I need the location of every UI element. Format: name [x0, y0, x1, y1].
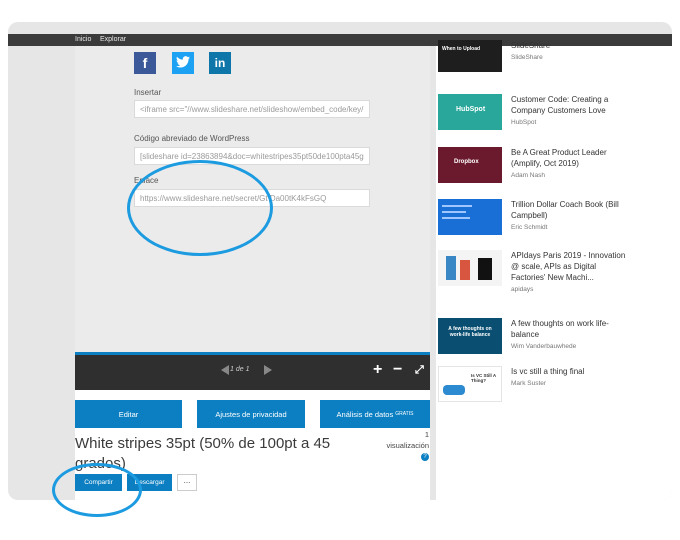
- related-author: HubSpot: [511, 119, 537, 126]
- related-item-text: Be A Great Product Leader (Amplify, Oct …: [511, 147, 627, 181]
- previous-slide-icon[interactable]: [221, 365, 229, 375]
- related-item-text: A few thoughts on work life-balance Wim …: [511, 318, 627, 352]
- help-icon[interactable]: ?: [421, 453, 429, 461]
- related-title: Trillion Dollar Coach Book (Bill Campbel…: [511, 200, 619, 220]
- related-item-text: Trillion Dollar Coach Book (Bill Campbel…: [511, 199, 627, 233]
- related-author: Adam Nash: [511, 172, 545, 179]
- twitter-share-button[interactable]: [172, 52, 194, 74]
- more-options-button[interactable]: ...: [177, 474, 197, 491]
- related-thumbnail: HubSpot: [438, 94, 502, 130]
- related-thumbnail: Dropbox: [438, 147, 502, 183]
- related-title: Be A Great Product Leader (Amplify, Oct …: [511, 148, 607, 168]
- related-author: Wim Vanderbauwhede: [511, 343, 577, 350]
- related-author: apidays: [511, 286, 534, 293]
- browser-frame: Inicio Explorar f in Insertar <iframe sr…: [8, 22, 672, 500]
- annotation-circle-enlace: [127, 160, 273, 256]
- page-indicator: 1 de 1: [230, 366, 250, 373]
- related-title: Is vc still a thing final: [511, 367, 585, 376]
- thumb-text: Dropbox: [454, 159, 479, 165]
- related-item-text: Customer Code: Creating a Company Custom…: [511, 94, 627, 128]
- related-title: Customer Code: Creating a Company Custom…: [511, 95, 609, 115]
- related-author: Eric Schmidt: [511, 224, 548, 231]
- related-title: APIdays Paris 2019 - Innovation @ scale,…: [511, 251, 626, 282]
- related-item-text: APIdays Paris 2019 - Innovation @ scale,…: [511, 250, 627, 295]
- gratis-badge: GRATIS: [395, 411, 414, 417]
- linkedin-share-button[interactable]: in: [209, 52, 231, 74]
- privacidad-button[interactable]: Ajustes de privacidad: [197, 400, 305, 428]
- related-author: Mark Suster: [511, 380, 547, 387]
- fullscreen-icon[interactable]: ⤢: [415, 364, 424, 377]
- thumb-text: When to Upload: [442, 46, 481, 52]
- thumb-text: Is VC Still A Thing?: [471, 373, 496, 383]
- player-toolbar: 1 de 1 + − ⤢: [75, 352, 430, 390]
- views-count: 1: [424, 430, 429, 439]
- wordpress-field[interactable]: [slideshare id=23863894&doc=whitestripes…: [134, 147, 370, 165]
- next-slide-icon[interactable]: [264, 365, 272, 375]
- related-title: A few thoughts on work life-balance: [511, 319, 609, 339]
- facebook-icon: f: [142, 55, 148, 71]
- related-sidebar: When to Upload SlideShare SlideShare Hub…: [436, 40, 672, 500]
- analisis-label: Análisis de datos: [336, 409, 394, 419]
- related-thumbnail: [438, 250, 502, 286]
- editar-button[interactable]: Editar: [75, 400, 182, 428]
- nav-explorar[interactable]: Explorar: [100, 34, 126, 46]
- annotation-circle-compartir: [52, 463, 142, 517]
- main-content: f in Insertar <iframe src="//www.slidesh…: [75, 46, 430, 500]
- wordpress-label: Código abreviado de WordPress: [134, 134, 250, 143]
- zoom-in-icon[interactable]: +: [373, 361, 382, 379]
- related-item-text: SlideShare SlideShare: [511, 40, 627, 63]
- thumb-text: HubSpot: [456, 106, 486, 113]
- zoom-out-icon[interactable]: −: [393, 361, 402, 379]
- views-label: visualización: [386, 441, 429, 450]
- related-thumbnail: When to Upload: [438, 40, 502, 72]
- related-title: SlideShare: [511, 41, 551, 50]
- related-thumbnail: [438, 199, 502, 235]
- linkedin-icon: in: [214, 56, 226, 70]
- thumb-text: A few thoughts on work-life balance: [448, 326, 492, 338]
- views-counter: 1 visualización: [365, 429, 429, 451]
- analisis-button[interactable]: Análisis de datos GRATIS: [320, 400, 430, 428]
- related-item-text: Is vc still a thing final Mark Suster: [511, 366, 627, 389]
- twitter-icon: [176, 55, 190, 71]
- insertar-label: Insertar: [134, 88, 162, 97]
- related-thumbnail: A few thoughts on work-life balance: [438, 318, 502, 354]
- related-thumbnail: Is VC Still A Thing?: [438, 366, 502, 402]
- facebook-share-button[interactable]: f: [134, 52, 156, 74]
- related-author: SlideShare: [511, 54, 543, 61]
- nav-inicio[interactable]: Inicio: [75, 34, 91, 46]
- insertar-field[interactable]: <iframe src="//www.slideshare.net/slides…: [134, 100, 370, 118]
